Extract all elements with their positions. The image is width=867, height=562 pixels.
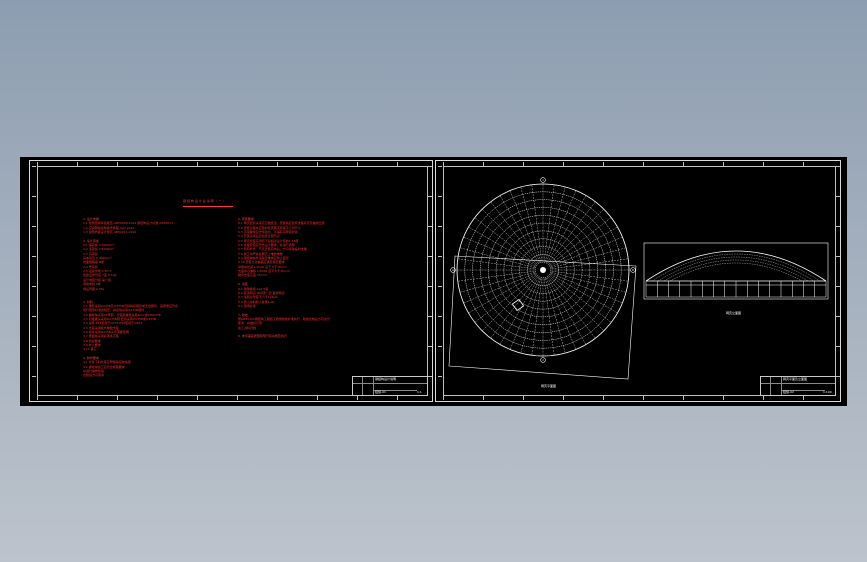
- elevation-lattice-arc: [669, 262, 803, 282]
- lattice-spoke: [490, 201, 538, 264]
- elevation-lattice-arc: [663, 259, 809, 282]
- title-block: 钢结构设计说明 结施-01 1:1: [352, 376, 428, 396]
- title-block-scale: 1:1: [417, 390, 422, 394]
- lattice-spoke: [459, 272, 535, 293]
- title-block-sheet-no: 结施-02: [783, 390, 794, 394]
- lattice-spoke: [547, 277, 587, 345]
- dome-drawing: 1 2 A B: [448, 177, 829, 380]
- title-block-name: 钢结构设计说明: [375, 377, 397, 381]
- lattice-spoke: [546, 277, 577, 350]
- note-line: 合格后方可使用: [83, 373, 105, 378]
- lattice-spoke: [463, 236, 536, 267]
- lattice-spoke: [546, 190, 577, 263]
- lattice-spoke: [550, 274, 618, 314]
- notes-column-right: 5. 安装要求 5.1 网壳安装采用高空散装法，安装前应复核支座标高及轴线位置 …: [238, 217, 333, 339]
- lattice-spoke: [499, 277, 539, 345]
- lattice-spoke: [549, 217, 612, 265]
- border-ticks-right: [428, 166, 432, 396]
- lattice-spoke: [550, 273, 623, 304]
- notes-sheet[interactable]: 钢 结 构 设 计 总 说 明 （ 一 ） 1. 设计依据 1.1 建筑结构荷载…: [29, 160, 433, 402]
- border-ticks-left: [32, 166, 36, 396]
- lattice-spoke: [463, 273, 536, 304]
- plan-sheet[interactable]: 1 2 A B 网壳平面图 网壳立面图 网壳平面及立面图 结施-02 1:100: [435, 160, 841, 402]
- lattice-spoke: [548, 201, 596, 264]
- lattice-spoke: [520, 278, 541, 354]
- lattice-spoke: [545, 186, 566, 262]
- axis-marker-label: 2: [542, 358, 544, 362]
- lattice-spoke: [509, 190, 540, 263]
- axis-marker-label: B: [632, 268, 634, 272]
- note-heading: 8. 未尽事宜按国家现行有关规范执行: [238, 334, 287, 339]
- lattice-spoke: [499, 195, 539, 263]
- notes-title-underline: [183, 206, 233, 207]
- axis-marker-label: A: [452, 268, 454, 272]
- lattice-spoke: [520, 186, 541, 262]
- elevation-view-label: 网壳立面图: [726, 311, 742, 315]
- cad-drawing-viewport[interactable]: 钢 结 构 设 计 总 说 明 （ 一 ） 1. 设计依据 1.1 建筑结构荷载…: [20, 157, 847, 406]
- lattice-spoke: [474, 275, 537, 323]
- axis-marker-label: 1: [542, 178, 544, 182]
- lattice-spoke: [531, 278, 543, 356]
- lattice-spoke: [550, 226, 618, 266]
- title-block-sheet-no: 结施-01: [375, 390, 386, 394]
- border-ticks-bottom: [37, 396, 428, 400]
- lattice-spoke: [548, 276, 596, 339]
- lattice-spoke: [549, 275, 612, 323]
- lattice-spoke: [468, 274, 536, 314]
- lattice-spoke: [550, 236, 623, 267]
- elevation-lattice-arc: [657, 256, 815, 282]
- notes-column-left: 1. 设计依据 1.1 建筑结构荷载规范 GB50009-2012 钢结构设计标…: [83, 217, 178, 378]
- lattice-spoke: [547, 195, 587, 263]
- lattice-spoke: [551, 272, 627, 293]
- elevation-lattice-arc: [651, 253, 821, 282]
- dome-hub: [540, 267, 546, 273]
- detail-marker: [511, 298, 525, 312]
- lattice-spoke: [459, 247, 535, 268]
- lattice-spoke: [490, 276, 538, 339]
- title-block-name: 网壳平面及立面图: [783, 377, 808, 381]
- lattice-spoke: [457, 270, 535, 282]
- lattice-spoke: [509, 277, 540, 350]
- border-ticks-top: [37, 162, 428, 166]
- title-block: 网壳平面及立面图 结施-02 1:100: [760, 376, 836, 396]
- elevation-arc: [645, 250, 827, 282]
- title-block-scale: 1:100: [823, 390, 832, 394]
- notes-title: 钢 结 构 设 计 总 说 明 （ 一 ）: [183, 199, 226, 203]
- plan-view-label: 网壳平面图: [541, 384, 557, 388]
- lattice-spoke: [545, 278, 566, 354]
